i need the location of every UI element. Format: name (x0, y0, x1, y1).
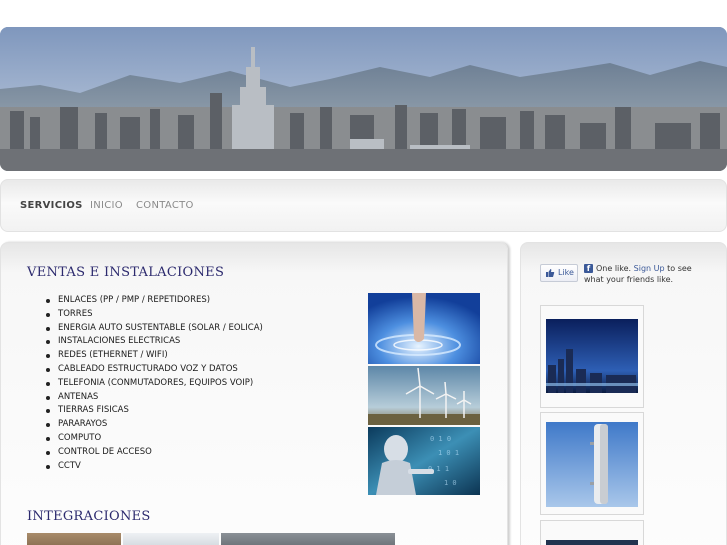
bullet-icon (46, 464, 50, 469)
thumbnail-antenna (546, 422, 638, 507)
bullet-icon (46, 367, 50, 372)
list-item: INSTALACIONES ELECTRICAS (29, 335, 263, 349)
list-item: COMPUTO (29, 432, 263, 446)
facebook-like-text: One like. Sign Up to see what your frien… (584, 263, 709, 285)
list-item: PARARAYOS (29, 418, 263, 432)
header-banner (0, 27, 727, 171)
city-skyline-image (0, 27, 727, 171)
list-item: ENLACES (PP / PMP / REPETIDORES) (29, 294, 263, 308)
main-content-panel: VENTAS E INSTALACIONES ENLACES (PP / PMP… (0, 242, 508, 545)
sidebar-thumbnail-3[interactable] (540, 520, 644, 545)
bullet-icon (46, 326, 50, 331)
bullet-icon (46, 340, 50, 345)
list-item: TIERRAS FISICAS (29, 404, 263, 418)
bullet-icon (46, 381, 50, 386)
bullet-icon (46, 354, 50, 359)
list-item: CCTV (29, 460, 263, 474)
section-title-integraciones: INTEGRACIONES (27, 509, 151, 524)
svg-text:1 0: 1 0 (444, 479, 457, 487)
photo-integration-3 (221, 533, 395, 545)
photo-robot-digital: 0 1 01 0 10 1 11 0 (368, 427, 480, 495)
list-item: CONTROL DE ACCESO (29, 446, 263, 460)
services-list: ENLACES (PP / PMP / REPETIDORES) TORRES … (29, 294, 263, 473)
list-item: CABLEADO ESTRUCTURADO VOZ Y DATOS (29, 363, 263, 377)
thumbnail-night-city (546, 319, 638, 393)
thumbnail-partial (546, 540, 638, 545)
bullet-icon (46, 436, 50, 441)
bullet-icon (46, 450, 50, 455)
main-navigation: SERVICIOS INICIO CONTACTO (0, 179, 727, 232)
photo-integration-2 (123, 533, 219, 545)
photo-water-touch (368, 293, 480, 364)
fb-like-count: One like. (596, 264, 632, 273)
bullet-icon (46, 312, 50, 317)
thumbs-up-icon (546, 269, 555, 277)
list-item: TORRES (29, 308, 263, 322)
section-title-ventas: VENTAS E INSTALACIONES (27, 265, 225, 280)
list-item: TELEFONIA (CONMUTADORES, EQUIPOS VOIP) (29, 377, 263, 391)
list-item: ENERGIA AUTO SUSTENTABLE (SOLAR / EOLICA… (29, 322, 263, 336)
fb-signup-link[interactable]: Sign Up (634, 264, 665, 273)
bullet-icon (46, 409, 50, 414)
bullet-icon (46, 395, 50, 400)
bullet-icon (46, 299, 50, 303)
bullet-icon (46, 423, 50, 428)
sidebar-thumbnail-2[interactable] (540, 412, 644, 515)
list-item: ANTENAS (29, 391, 263, 405)
svg-text:0 1 0: 0 1 0 (430, 435, 451, 443)
sidebar-thumbnail-1[interactable] (540, 305, 644, 408)
photo-integration-1 (27, 533, 121, 545)
sidebar-panel: Like f One like. Sign Up to see what you… (520, 242, 727, 545)
nav-item-servicios[interactable]: SERVICIOS (20, 200, 83, 211)
like-label: Like (558, 268, 574, 277)
svg-text:1 0 1: 1 0 1 (438, 449, 459, 457)
nav-item-inicio[interactable]: INICIO (90, 200, 123, 211)
facebook-like-button[interactable]: Like (540, 264, 578, 282)
nav-item-contacto[interactable]: CONTACTO (136, 200, 194, 211)
photo-wind-turbines (368, 366, 480, 425)
list-item: REDES (ETHERNET / WIFI) (29, 349, 263, 363)
